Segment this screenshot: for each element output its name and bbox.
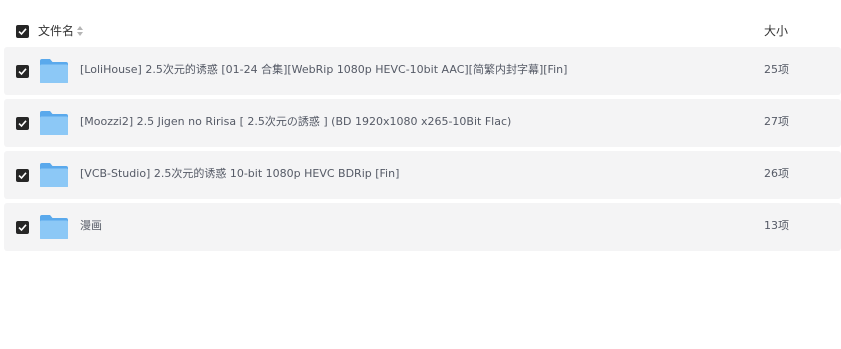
- file-name[interactable]: [Moozzi2] 2.5 Jigen no Ririsa [ 2.5次元の誘惑…: [80, 114, 511, 130]
- row-checkbox[interactable]: [16, 169, 29, 182]
- folder-icon: [40, 163, 68, 187]
- file-row[interactable]: [Moozzi2] 2.5 Jigen no Ririsa [ 2.5次元の誘惑…: [4, 99, 841, 147]
- sort-icon[interactable]: [77, 26, 84, 36]
- check-icon: [18, 120, 27, 128]
- file-size: 25项: [764, 63, 789, 76]
- file-size: 13项: [764, 219, 789, 232]
- row-checkbox[interactable]: [16, 117, 29, 130]
- file-list: 文件名 大小 [LoliHouse] 2.5次元的诱惑 [01-24 合集][W…: [0, 0, 841, 349]
- check-icon: [18, 172, 27, 180]
- row-checkbox[interactable]: [16, 221, 29, 234]
- file-name[interactable]: [VCB-Studio] 2.5次元的诱惑 10-bit 1080p HEVC …: [80, 166, 399, 182]
- name-column-header[interactable]: 文件名: [38, 23, 84, 39]
- select-all-checkbox[interactable]: [16, 25, 29, 38]
- file-row[interactable]: 漫画 13项: [4, 203, 841, 251]
- folder-icon: [40, 111, 68, 135]
- check-icon: [18, 28, 27, 36]
- name-column-label: 文件名: [38, 24, 75, 38]
- file-size: 26项: [764, 167, 789, 180]
- file-list-header: 文件名 大小: [0, 17, 841, 45]
- folder-icon: [40, 215, 68, 239]
- size-column-header: 大小: [764, 24, 789, 38]
- file-size: 27项: [764, 115, 789, 128]
- file-row[interactable]: [LoliHouse] 2.5次元的诱惑 [01-24 合集][WebRip 1…: [4, 47, 841, 95]
- file-row[interactable]: [VCB-Studio] 2.5次元的诱惑 10-bit 1080p HEVC …: [4, 151, 841, 199]
- check-icon: [18, 224, 27, 232]
- row-checkbox[interactable]: [16, 65, 29, 78]
- folder-icon: [40, 59, 68, 83]
- file-name[interactable]: 漫画: [80, 218, 102, 234]
- check-icon: [18, 68, 27, 76]
- file-name[interactable]: [LoliHouse] 2.5次元的诱惑 [01-24 合集][WebRip 1…: [80, 62, 567, 78]
